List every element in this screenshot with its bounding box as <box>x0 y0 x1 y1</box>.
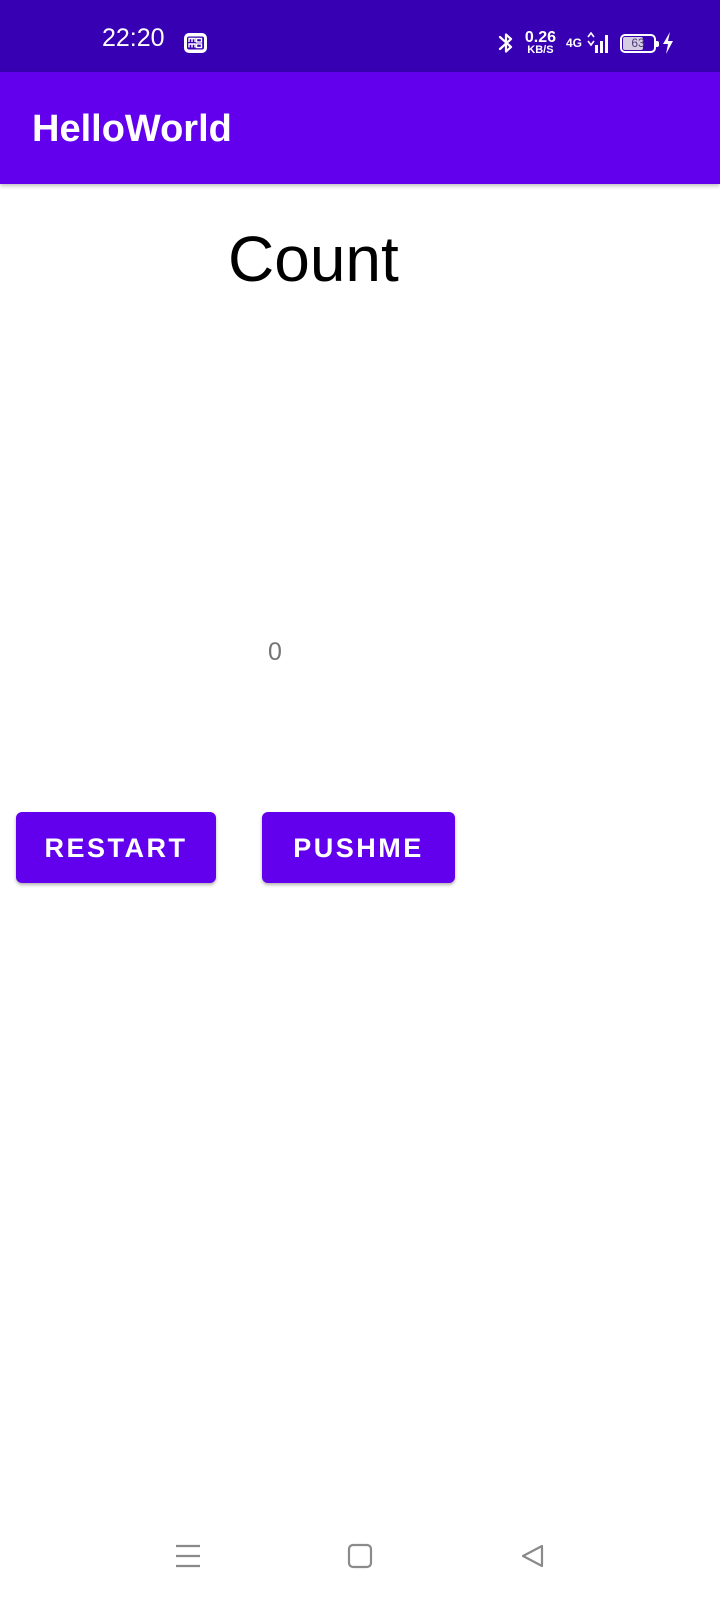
status-indicators: 0.26 KB/S 4G 63 <box>497 28 674 58</box>
app-bar: HelloWorld <box>0 72 720 184</box>
battery-icon: 63 <box>620 33 659 53</box>
count-heading: Count <box>228 223 399 295</box>
momo-notification-icon <box>184 33 207 53</box>
pushme-button[interactable]: PUSHME <box>262 812 455 883</box>
back-button[interactable] <box>510 1534 554 1578</box>
status-bar: 22:20 0.26 KB/S 4G 63 <box>0 0 720 72</box>
network-speed: 0.26 KB/S <box>525 30 556 56</box>
app-screen: 22:20 0.26 KB/S 4G 63 HelloWorld Count 0… <box>0 0 720 1600</box>
home-button[interactable] <box>338 1534 382 1578</box>
bluetooth-icon <box>498 33 512 53</box>
system-navigation-bar <box>0 1510 720 1600</box>
app-title: HelloWorld <box>32 108 232 150</box>
network-type: 4G <box>565 36 582 50</box>
recent-apps-icon <box>176 1544 200 1568</box>
network-speed-value: 0.26 <box>524 29 556 46</box>
network-speed-unit: KB/S <box>527 44 554 56</box>
cell-signal-icon <box>587 32 608 53</box>
home-icon <box>347 1543 373 1569</box>
status-time: 22:20 <box>102 24 165 52</box>
count-value: 0 <box>268 638 282 666</box>
back-icon <box>521 1544 544 1568</box>
battery-level: 63 <box>631 35 645 50</box>
recent-apps-button[interactable] <box>166 1534 210 1578</box>
restart-button[interactable]: RESTART <box>16 812 216 883</box>
charging-bolt-icon <box>663 32 673 54</box>
